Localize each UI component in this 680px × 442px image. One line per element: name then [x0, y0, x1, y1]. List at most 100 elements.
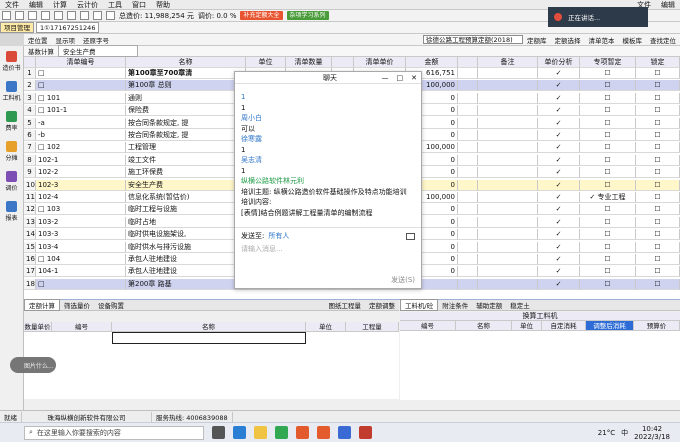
row-lock[interactable]: ☐: [636, 105, 680, 117]
quota-lib-button[interactable]: 定额库: [523, 35, 551, 45]
minimize-icon[interactable]: —: [378, 74, 393, 82]
undo-icon[interactable]: [41, 11, 50, 20]
row-special[interactable]: ☐: [580, 254, 636, 265]
tab-filter-price[interactable]: 筛选量价: [60, 300, 94, 310]
send-to-select[interactable]: 所有人: [268, 231, 289, 241]
quota-select[interactable]: 徐德公路工程预算定额(2018): [423, 35, 523, 44]
tab-quota-calc[interactable]: 定额计算: [24, 299, 60, 311]
sidebar-item-rate[interactable]: 费率: [0, 106, 23, 136]
redo-icon[interactable]: [54, 11, 63, 20]
row-analysis[interactable]: ✓: [538, 254, 580, 265]
menu-edit-right[interactable]: 编辑: [656, 0, 680, 10]
tab-notes[interactable]: 附注条件: [438, 300, 472, 310]
task-view-icon[interactable]: [212, 426, 225, 439]
row-special[interactable]: ☐: [580, 68, 636, 79]
tab-equipment[interactable]: 设备购置: [94, 300, 128, 310]
row-lock[interactable]: ☐: [636, 92, 680, 104]
row-analysis[interactable]: ✓: [538, 80, 580, 92]
app-blue-icon[interactable]: [338, 426, 351, 439]
template-button[interactable]: 模板库: [619, 35, 647, 45]
menu-help[interactable]: 帮助: [151, 0, 175, 10]
row-lock[interactable]: ☐: [636, 229, 680, 241]
row-analysis[interactable]: ✓: [538, 229, 580, 241]
cut-icon[interactable]: [67, 11, 76, 20]
quota-edit-cell[interactable]: [112, 332, 306, 344]
row-special[interactable]: ☐: [580, 241, 636, 253]
tab-aux-quota[interactable]: 辅助定额: [472, 300, 506, 310]
locate-button[interactable]: 定位置: [24, 35, 52, 45]
calc-icon[interactable]: [106, 11, 115, 20]
row-lock[interactable]: ☐: [636, 192, 680, 203]
tab-stable-soil[interactable]: 稳定土: [506, 300, 534, 310]
sidebar-item-budget[interactable]: 造价书: [0, 46, 23, 76]
close-icon[interactable]: ✕: [407, 74, 421, 82]
display-button[interactable]: 显示项: [52, 35, 80, 45]
row-lock[interactable]: ☐: [636, 278, 680, 290]
save-icon[interactable]: [28, 11, 37, 20]
row-special[interactable]: ☐: [580, 229, 636, 241]
row-special[interactable]: ☐: [580, 204, 636, 216]
sidebar-item-split[interactable]: 分摊: [0, 136, 23, 166]
row-special[interactable]: ☐: [580, 216, 636, 228]
folder-icon[interactable]: [254, 426, 267, 439]
send-button[interactable]: 发送(S): [391, 275, 415, 285]
row-analysis[interactable]: ✓: [538, 278, 580, 290]
row-lock[interactable]: ☐: [636, 167, 680, 179]
row-special[interactable]: ☐: [580, 80, 636, 92]
row-special[interactable]: ☐: [580, 179, 636, 191]
row-analysis[interactable]: ✓: [538, 266, 580, 278]
menu-window[interactable]: 窗口: [127, 0, 151, 10]
quota-badge[interactable]: 补充定额大全: [240, 11, 283, 20]
row-analysis[interactable]: ✓: [538, 179, 580, 191]
row-analysis[interactable]: ✓: [538, 204, 580, 216]
tab-material[interactable]: 工料机/砼: [400, 299, 439, 311]
menu-file[interactable]: 文件: [0, 0, 24, 10]
row-analysis[interactable]: ✓: [538, 92, 580, 104]
row-analysis[interactable]: ✓: [538, 216, 580, 228]
app-z2-icon[interactable]: [317, 426, 330, 439]
row-special[interactable]: ☐: [580, 92, 636, 104]
row-analysis[interactable]: ✓: [538, 130, 580, 141]
row-special[interactable]: ☐: [580, 130, 636, 141]
tab-file[interactable]: 1①17167251246: [36, 22, 100, 33]
copy-icon[interactable]: [80, 11, 89, 20]
new-icon[interactable]: [2, 11, 11, 20]
row-special[interactable]: ☐: [580, 117, 636, 129]
row-lock[interactable]: ☐: [636, 266, 680, 278]
sidebar-item-material[interactable]: 工料机: [0, 76, 23, 106]
base-calc-button[interactable]: 基数计算: [24, 46, 58, 56]
wechat-icon[interactable]: [275, 426, 288, 439]
row-lock[interactable]: ☐: [636, 154, 680, 166]
restore-font-button[interactable]: 还原字号: [79, 35, 113, 45]
list-sample-button[interactable]: 清单范本: [585, 35, 619, 45]
row-special[interactable]: ☐: [580, 278, 636, 290]
sidebar-item-report[interactable]: 报表: [0, 196, 23, 226]
chat-input[interactable]: 请输入消息...: [235, 244, 421, 254]
row-analysis[interactable]: ✓: [538, 154, 580, 166]
drawing-qty-button[interactable]: 图纸工程量: [325, 300, 366, 310]
row-lock[interactable]: ☐: [636, 204, 680, 216]
current-item-field[interactable]: 安全生产费: [58, 45, 138, 57]
learning-badge[interactable]: 杂项学习系列: [286, 11, 329, 20]
menu-cloud[interactable]: 云计价: [72, 0, 103, 10]
sidebar-item-adjust[interactable]: 调价: [0, 166, 23, 196]
row-special[interactable]: ☐: [580, 167, 636, 179]
row-special[interactable]: ☐: [580, 105, 636, 117]
quota-adjust-button[interactable]: 定额调整: [365, 300, 399, 310]
maximize-icon[interactable]: □: [393, 74, 408, 82]
screenshot-icon[interactable]: [406, 232, 415, 240]
row-analysis[interactable]: ✓: [538, 105, 580, 117]
row-lock[interactable]: ☐: [636, 142, 680, 154]
row-special[interactable]: ☐: [580, 142, 636, 154]
row-analysis[interactable]: ✓: [538, 142, 580, 154]
row-lock[interactable]: ☐: [636, 68, 680, 79]
paste-icon[interactable]: [93, 11, 102, 20]
row-lock[interactable]: ☐: [636, 254, 680, 265]
row-analysis[interactable]: ✓: [538, 167, 580, 179]
row-special[interactable]: ☐: [580, 154, 636, 166]
row-special[interactable]: ✓ 专业工程: [580, 192, 636, 203]
row-analysis[interactable]: ✓: [538, 192, 580, 203]
find-button[interactable]: 查找定位: [646, 35, 680, 45]
row-lock[interactable]: ☐: [636, 216, 680, 228]
row-analysis[interactable]: ✓: [538, 68, 580, 79]
